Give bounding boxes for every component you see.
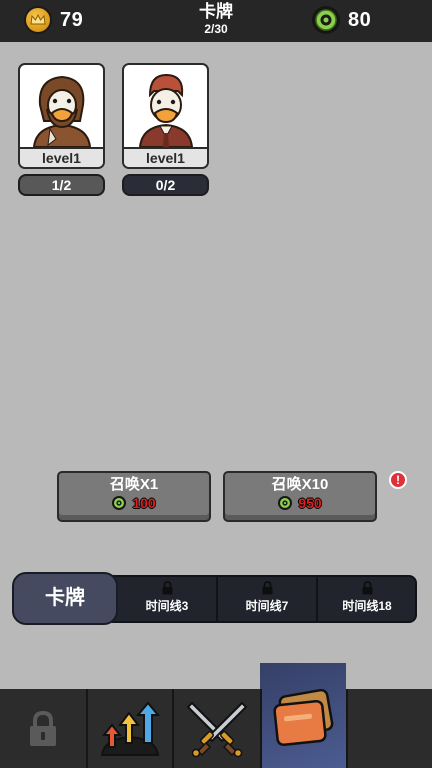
green-eye-gem-icon [112, 496, 127, 510]
top-bar: 79 卡牌 2/30 80 [0, 0, 432, 42]
lock-icon [362, 581, 372, 595]
lock-icon [262, 581, 272, 595]
card-level-label: level1 [124, 147, 207, 167]
summon-x1-label: 召唤X1 [109, 476, 159, 493]
lock-icon [30, 710, 56, 746]
summon-x10-price: 950 [298, 495, 322, 511]
coin-counter: 79 [24, 6, 83, 34]
suited-duck-man-portrait [138, 73, 194, 147]
character-card-1[interactable]: level1 1/2 [18, 63, 105, 196]
crossed-swords-icon [186, 701, 248, 757]
gem-counter: 80 [312, 6, 371, 34]
summon-x1-price: 100 [132, 495, 156, 511]
green-eye-gem-icon [278, 496, 293, 510]
tab-timeline-3-label: 时间线3 [145, 599, 189, 613]
card-progress: 0/2 [122, 174, 209, 196]
card-progress: 1/2 [18, 174, 105, 196]
card-collection-count: 2/30 [204, 22, 228, 36]
green-eye-gem-icon [312, 6, 340, 34]
summon-x10-button[interactable]: 召唤X10 950 [223, 471, 377, 522]
nav-divider [346, 689, 348, 768]
alert-badge: ! [389, 471, 407, 489]
card-frame: level1 [122, 63, 209, 169]
tab-cards[interactable]: 卡牌 [12, 572, 118, 625]
character-card-2[interactable]: level1 0/2 [122, 63, 209, 196]
summon-x10-cost: 950 [225, 495, 375, 511]
nav-cards-button[interactable] [260, 663, 346, 768]
tab-timeline-18-label: 时间线18 [342, 599, 392, 613]
summon-x10-label: 召唤X10 [271, 476, 329, 493]
card-level-label: level1 [20, 147, 103, 167]
tab-timeline-3[interactable]: 时间线3 [118, 577, 216, 621]
gem-count: 80 [348, 8, 372, 31]
tab-timeline-18[interactable]: 时间线18 [318, 577, 416, 621]
crown-coin-icon [24, 6, 52, 34]
page-title-block: 卡牌 2/30 [166, 2, 266, 36]
lock-icon [162, 581, 172, 595]
card-frame: level1 [18, 63, 105, 169]
tab-timeline-7-label: 时间线7 [245, 599, 289, 613]
page-title: 卡牌 [199, 2, 233, 21]
nav-battle-button[interactable] [174, 689, 260, 768]
bearded-duck-man-portrait [32, 75, 92, 147]
tab-timeline-7[interactable]: 时间线7 [218, 577, 316, 621]
upgrade-arrows-icon [100, 700, 161, 756]
nav-upgrade-button[interactable] [88, 689, 172, 768]
cards-icon [273, 688, 334, 746]
nav-locked-button[interactable] [0, 689, 86, 768]
coin-count: 79 [60, 8, 84, 31]
summon-x1-button[interactable]: 召唤X1 100 [57, 471, 211, 522]
summon-x1-cost: 100 [59, 495, 209, 511]
